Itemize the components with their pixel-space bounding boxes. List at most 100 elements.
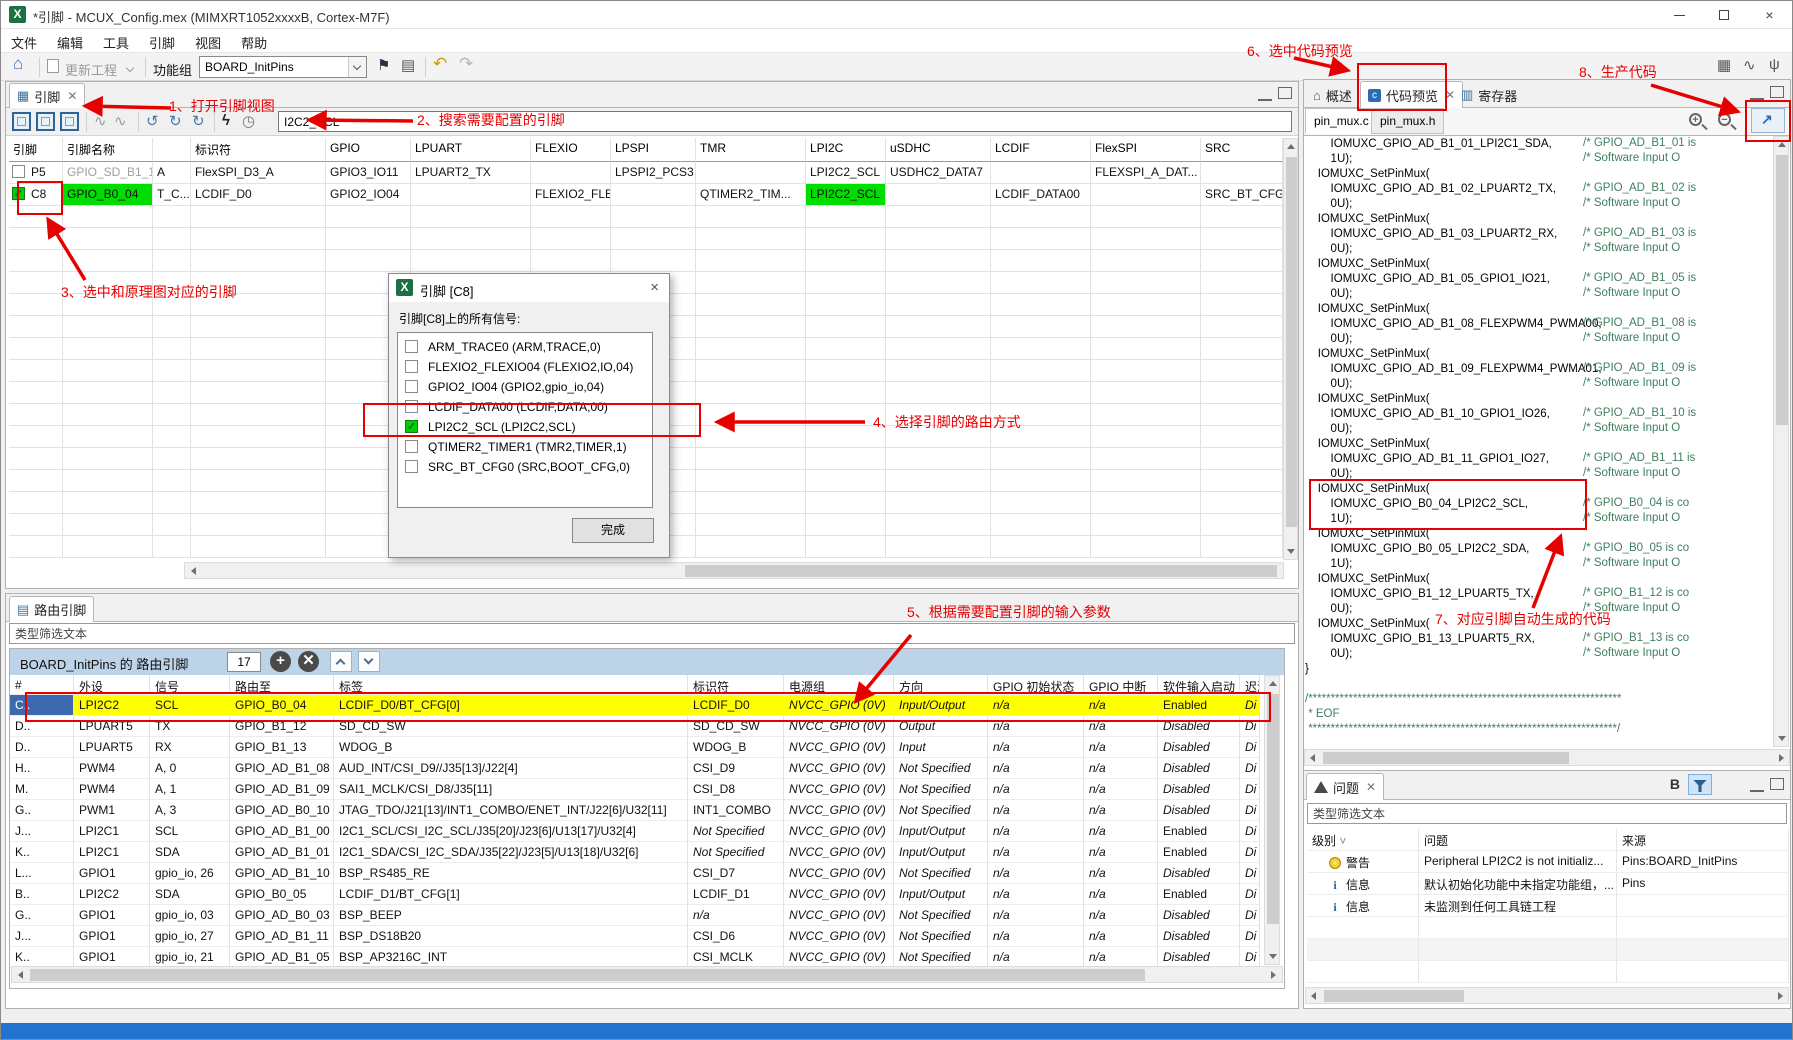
pins-hscrollbar[interactable]: [184, 562, 1284, 579]
code-hscrollbar[interactable]: [1304, 749, 1790, 766]
tab-registers[interactable]: ▥ 寄存器: [1454, 82, 1524, 108]
update-project-button[interactable]: 更新工程: [65, 60, 117, 79]
problems-level-r1[interactable]: i信息: [1307, 873, 1419, 895]
routed-cell-r11-num[interactable]: J...: [10, 926, 74, 947]
dialog-signal-item-2[interactable]: GPIO2_IO04 (GPIO2,gpio_io,04): [398, 377, 652, 397]
routed-cell-r5-num[interactable]: G..: [10, 800, 74, 821]
dialog-signal-checkbox-0[interactable]: [405, 340, 418, 353]
dialog-signal-item-0[interactable]: ARM_TRACE0 (ARM,TRACE,0): [398, 337, 652, 357]
code-vscrollbar[interactable]: [1773, 136, 1789, 747]
routed-cell-r12-num[interactable]: K..: [10, 947, 74, 968]
tab-pin-mux-h[interactable]: pin_mux.h: [1371, 108, 1444, 134]
problems-filter-input[interactable]: [1307, 803, 1787, 824]
pins-row-C8-pin-cell[interactable]: ✓C8: [9, 184, 63, 206]
move-up-button[interactable]: [330, 651, 352, 672]
dialog-signal-checkbox-6[interactable]: [405, 460, 418, 473]
remove-pin-button[interactable]: ✕: [298, 651, 319, 672]
home-icon[interactable]: ⌂: [13, 54, 23, 74]
filter-funnel-button[interactable]: [1688, 774, 1712, 795]
code-maximize-icon[interactable]: [1770, 86, 1784, 98]
routed-cell-r0-num[interactable]: C..: [10, 695, 74, 716]
add-pin-button[interactable]: +: [270, 651, 291, 672]
menu-item-3[interactable]: 引脚: [139, 29, 185, 56]
routed-cell-r9-num[interactable]: B..: [10, 884, 74, 905]
combo-dropdown-icon[interactable]: [348, 57, 366, 77]
problems-column-header-1[interactable]: 问题: [1419, 829, 1617, 851]
menu-item-1[interactable]: 编辑: [47, 29, 93, 56]
routed-hscrollbar[interactable]: [11, 966, 1283, 983]
menu-item-0[interactable]: 文件: [1, 29, 47, 56]
wave-icon-2[interactable]: ∿: [114, 112, 127, 130]
menu-item-2[interactable]: 工具: [93, 29, 139, 56]
redo-icon[interactable]: ↷: [459, 54, 473, 74]
flag-icon[interactable]: ⚑: [377, 56, 390, 74]
pin-tool-icon[interactable]: ψ: [1769, 56, 1780, 73]
problems-level-r0[interactable]: 警告: [1307, 851, 1419, 873]
routed-count-input[interactable]: [227, 652, 261, 672]
maximize-button[interactable]: [1702, 1, 1747, 29]
tab-code-preview[interactable]: c 代码预览 ✕: [1360, 81, 1463, 108]
dialog-signal-item-3[interactable]: LCDIF_DATA00 (LCDIF,DATA,00): [398, 397, 652, 417]
pins-vscrollbar[interactable]: [1283, 138, 1298, 560]
bold-filter-icon[interactable]: B: [1670, 776, 1680, 792]
pins-maximize-icon[interactable]: [1278, 87, 1292, 99]
dialog-signal-checkbox-5[interactable]: [405, 440, 418, 453]
zoom-in-icon[interactable]: +: [1689, 113, 1702, 126]
form-icon[interactable]: ▤: [401, 56, 415, 74]
dialog-signal-item-1[interactable]: FLEXIO2_FLEXIO04 (FLEXIO2,IO,04): [398, 357, 652, 377]
package-view-icon-3[interactable]: [60, 112, 79, 131]
routed-vscrollbar[interactable]: [1264, 675, 1280, 965]
code-editor[interactable]: IOMUXC_GPIO_AD_B1_01_LPI2C1_SDA,/* GPIO_…: [1305, 136, 1774, 747]
problems-hscrollbar[interactable]: [1305, 987, 1789, 1004]
lightning-icon[interactable]: ϟ: [222, 112, 230, 129]
dialog-close-icon[interactable]: ×: [650, 279, 659, 296]
dialog-signal-item-5[interactable]: QTIMER2_TIMER1 (TMR2,TIMER,1): [398, 437, 652, 457]
problems-column-header-0[interactable]: 级别 ˅: [1307, 829, 1419, 851]
tab-problems[interactable]: 问题 ✕: [1306, 773, 1384, 800]
code-minimize-icon[interactable]: [1750, 88, 1764, 100]
pin-checkbox-C8[interactable]: ✓: [12, 187, 25, 200]
routed-cell-r8-num[interactable]: L...: [10, 863, 74, 884]
dialog-done-button[interactable]: 完成: [572, 518, 654, 543]
routed-cell-r10-num[interactable]: G..: [10, 905, 74, 926]
menu-item-5[interactable]: 帮助: [231, 29, 277, 56]
functional-group-select[interactable]: BOARD_InitPins: [199, 56, 367, 78]
peripherals-icon[interactable]: ▦: [1717, 56, 1731, 74]
routed-cell-r4-num[interactable]: M.: [10, 779, 74, 800]
update-code-button[interactable]: ↗: [1751, 108, 1785, 133]
dialog-signal-checkbox-3[interactable]: [405, 400, 418, 413]
dialog-signal-checkbox-4[interactable]: ✓: [405, 420, 418, 433]
pins-row-P5-pin-cell[interactable]: P5: [9, 162, 63, 184]
routed-cell-r1-num[interactable]: D..: [10, 716, 74, 737]
tab-overview[interactable]: ⌂ 概述: [1306, 82, 1359, 108]
problems-column-header-2[interactable]: 来源: [1617, 829, 1789, 851]
tab-pins[interactable]: ▦ 引脚 ✕: [9, 83, 85, 108]
routed-filter-input[interactable]: [9, 623, 1295, 644]
rotate-right-icon-2[interactable]: ↻: [192, 112, 205, 130]
pins-minimize-icon[interactable]: [1258, 89, 1272, 101]
routed-cell-r6-num[interactable]: J...: [10, 821, 74, 842]
routed-cell-r2-num[interactable]: D..: [10, 737, 74, 758]
pin-checkbox-P5[interactable]: [12, 165, 25, 178]
dialog-signal-checkbox-2[interactable]: [405, 380, 418, 393]
tab-problems-close-icon[interactable]: ✕: [1366, 780, 1376, 794]
problems-level-r2[interactable]: i信息: [1307, 895, 1419, 917]
zoom-out-icon[interactable]: −: [1718, 113, 1731, 126]
routed-cell-r3-num[interactable]: H..: [10, 758, 74, 779]
problems-maximize-icon[interactable]: [1770, 778, 1784, 790]
minimize-button[interactable]: [1657, 1, 1702, 29]
pins-search-input[interactable]: [278, 111, 1292, 132]
waveform-icon[interactable]: ∿: [1743, 56, 1756, 74]
clock-icon[interactable]: ◷: [242, 112, 255, 130]
wave-icon-1[interactable]: ∿: [94, 112, 107, 130]
tab-pin-mux-c[interactable]: pin_mux.c: [1305, 108, 1378, 134]
dialog-signal-item-4[interactable]: ✓LPI2C2_SCL (LPI2C2,SCL): [398, 417, 652, 437]
move-down-button[interactable]: [358, 651, 380, 672]
undo-icon[interactable]: ↶: [433, 54, 447, 74]
rotate-left-icon[interactable]: ↺: [146, 112, 159, 130]
dialog-signal-checkbox-1[interactable]: [405, 360, 418, 373]
tab-pins-close-icon[interactable]: ✕: [67, 89, 77, 103]
problems-minimize-icon[interactable]: [1750, 780, 1764, 792]
routed-cell-r7-num[interactable]: K..: [10, 842, 74, 863]
rotate-right-icon[interactable]: ↻: [169, 112, 182, 130]
